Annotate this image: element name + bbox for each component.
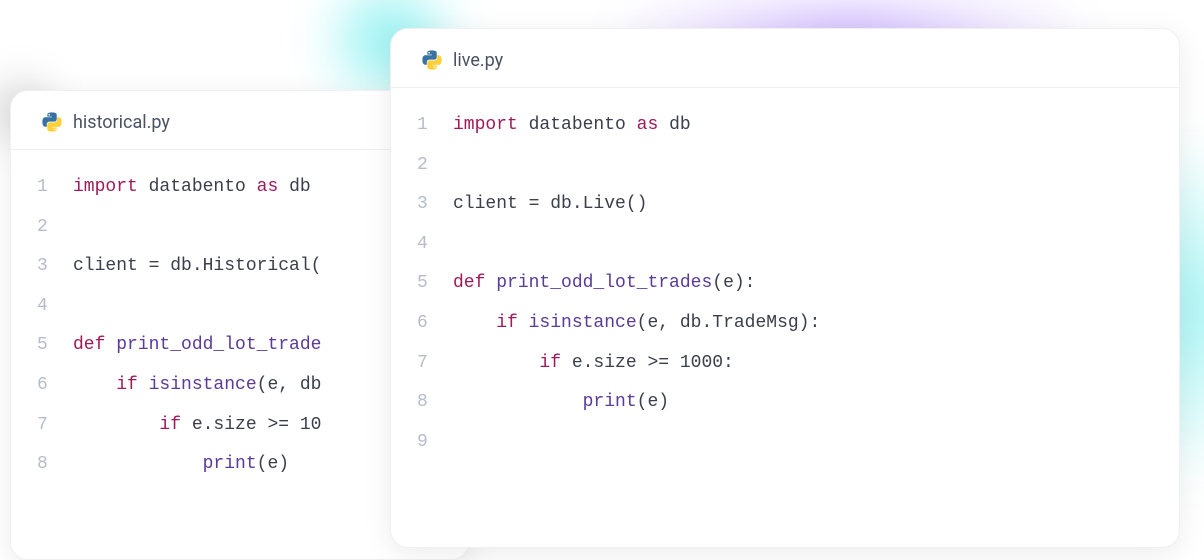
line-number: 4 xyxy=(37,287,73,327)
line-number: 7 xyxy=(37,406,73,446)
filename: historical.py xyxy=(73,112,170,133)
line-number: 1 xyxy=(417,106,453,146)
code-line: 1import databento as db xyxy=(417,106,1153,146)
line-number: 4 xyxy=(417,225,453,265)
code-source: client = db.Live() xyxy=(453,185,1153,225)
code-source: if e.size >= 10 xyxy=(73,406,443,446)
code-line: 5def print_odd_lot_trade xyxy=(37,326,443,366)
code-source: client = db.Historical( xyxy=(73,247,443,287)
code-line: 7 if e.size >= 10 xyxy=(37,406,443,446)
line-number: 2 xyxy=(37,208,73,248)
code-line: 2 xyxy=(417,146,1153,186)
code-source: import databento as db xyxy=(453,106,1153,146)
line-number: 3 xyxy=(417,185,453,225)
code-line: 1import databento as db xyxy=(37,168,443,208)
code-line: 8 print(e) xyxy=(37,445,443,485)
line-number: 2 xyxy=(417,146,453,186)
code-source xyxy=(73,287,443,327)
code-line: 3client = db.Live() xyxy=(417,185,1153,225)
code-line: 3client = db.Historical( xyxy=(37,247,443,287)
code-line: 2 xyxy=(37,208,443,248)
line-number: 5 xyxy=(37,326,73,366)
code-line: 8 print(e) xyxy=(417,383,1153,423)
code-source xyxy=(453,423,1153,463)
code-line: 4 xyxy=(37,287,443,327)
line-number: 3 xyxy=(37,247,73,287)
code-source: import databento as db xyxy=(73,168,443,208)
line-number: 8 xyxy=(37,445,73,485)
code-line: 4 xyxy=(417,225,1153,265)
filename: live.py xyxy=(453,50,503,71)
line-number: 7 xyxy=(417,344,453,384)
code-source: print(e) xyxy=(73,445,443,485)
code-line: 9 xyxy=(417,423,1153,463)
code-source xyxy=(453,225,1153,265)
code-line: 5def print_odd_lot_trades(e): xyxy=(417,264,1153,304)
line-number: 5 xyxy=(417,264,453,304)
line-number: 1 xyxy=(37,168,73,208)
code-source xyxy=(73,208,443,248)
python-icon xyxy=(421,49,443,71)
line-number: 6 xyxy=(417,304,453,344)
code-source: def print_odd_lot_trade xyxy=(73,326,443,366)
code-source: if e.size >= 1000: xyxy=(453,344,1153,384)
line-number: 8 xyxy=(417,383,453,423)
code-line: 6 if isinstance(e, db xyxy=(37,366,443,406)
code-source: def print_odd_lot_trades(e): xyxy=(453,264,1153,304)
tab-bar: live.py xyxy=(391,29,1179,88)
code-source: if isinstance(e, db xyxy=(73,366,443,406)
code-area[interactable]: 1import databento as db23client = db.Liv… xyxy=(391,88,1179,472)
line-number: 9 xyxy=(417,423,453,463)
code-line: 6 if isinstance(e, db.TradeMsg): xyxy=(417,304,1153,344)
code-source: if isinstance(e, db.TradeMsg): xyxy=(453,304,1153,344)
code-line: 7 if e.size >= 1000: xyxy=(417,344,1153,384)
python-icon xyxy=(41,111,63,133)
line-number: 6 xyxy=(37,366,73,406)
code-source: print(e) xyxy=(453,383,1153,423)
code-source xyxy=(453,146,1153,186)
editor-window-live: live.py 1import databento as db23client … xyxy=(390,28,1180,548)
